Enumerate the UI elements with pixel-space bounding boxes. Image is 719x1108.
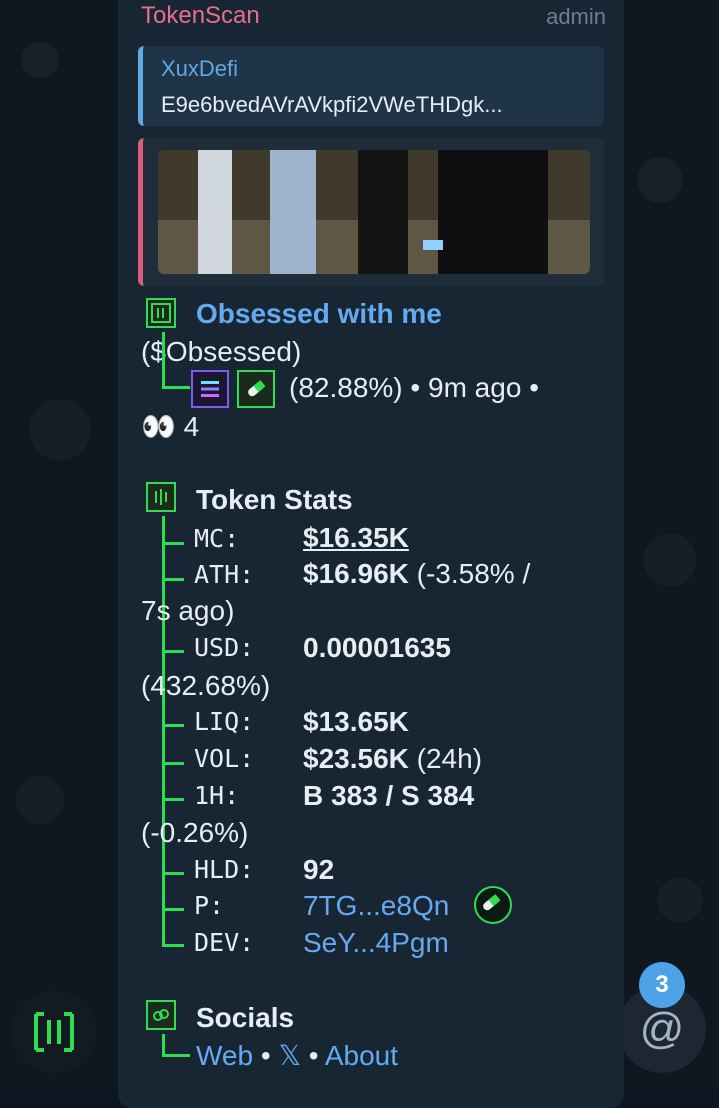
ath-row: $16.96K (-3.58% / [303,558,530,590]
section-title-socials: Socials [196,1002,295,1033]
vol-row: $23.56K (24h) [303,743,482,775]
tree-line [162,332,165,388]
viewers-count: 4 [183,411,200,442]
progress-percent: (82.88%) [289,372,403,403]
token-ticker: ($Obsessed) [141,336,302,367]
token-meta: (82.88%) • 9m ago • [289,372,539,404]
ath-label: ATH: [194,560,255,589]
eyes-icon: 👀 [141,411,176,442]
separator: • [529,372,539,403]
tree-line [162,1034,165,1056]
mc-value[interactable]: $16.35K [303,522,409,554]
liq-value: $13.65K [303,706,409,737]
about-link[interactable]: About [325,1040,398,1071]
admin-badge: admin [546,4,606,29]
h1-label: 1H: [194,781,240,810]
viewers-row: 👀 4 [141,410,199,443]
separator: • [308,1040,319,1071]
h1-change: (-0.26%) [141,817,249,848]
p-value[interactable]: 7TG...e8Qn [303,890,449,922]
reply-author: XuxDefi [161,56,239,81]
ath-time: 7s ago) [141,595,235,626]
separator: • [260,1040,271,1071]
tree-line [162,1054,190,1057]
preview-image[interactable] [158,150,590,274]
separator: • [410,372,421,403]
tree-branch [162,650,184,653]
sender-name[interactable]: TokenScan [141,2,260,30]
tree-branch [162,542,184,545]
pill-icon [237,370,275,408]
scanner-logo-icon [34,1012,74,1052]
vol-label: VOL: [194,744,255,773]
dev-label: DEV: [194,928,255,957]
scanner-icon [146,298,176,328]
usd-change: (432.68%) [141,670,271,701]
tree-branch [162,908,184,911]
dev-value[interactable]: SeY...4Pgm [303,927,449,959]
at-icon: @ [639,1004,685,1053]
h1-value: B 383 / S 384 [303,780,475,811]
tree-branch [162,944,184,947]
tree-line [162,386,190,389]
reply-text: E9e6bvedAVrAVkpfi2VWeTHDgk... [161,92,503,117]
hld-label: HLD: [194,855,255,884]
tree-branch [162,762,184,765]
link-icon [146,1000,176,1030]
ath-value: $16.96K [303,558,409,589]
tree-branch [162,578,184,581]
socials-links: Web • 𝕏 • About [196,1039,398,1072]
vol-period: (24h) [416,743,483,774]
x-link[interactable]: 𝕏 [278,1040,301,1071]
solana-icon [191,370,229,408]
p-label: P: [194,891,225,920]
reply-preview[interactable]: XuxDefi E9e6bvedAVrAVkpfi2VWeTHDgk... [138,46,604,126]
bot-avatar[interactable] [12,990,96,1074]
mentions-badge: 3 [639,962,685,1008]
usd-label: USD: [194,633,255,662]
token-age: 9m ago [428,372,522,403]
section-title-stats: Token Stats [196,484,353,515]
mc-label: MC: [194,524,240,553]
tree-branch [162,798,184,801]
pill-link-icon[interactable] [474,886,512,924]
liq-label: LIQ: [194,707,255,736]
vol-value: $23.56K [303,743,409,774]
ath-change: (-3.58% / [416,558,531,589]
tree-branch [162,872,184,875]
stats-icon [146,482,176,512]
usd-value: 0.00001635 [303,632,451,663]
tree-branch [162,724,184,727]
token-name[interactable]: Obsessed with me [196,298,442,330]
hld-value: 92 [303,854,335,885]
web-link[interactable]: Web [196,1040,253,1071]
